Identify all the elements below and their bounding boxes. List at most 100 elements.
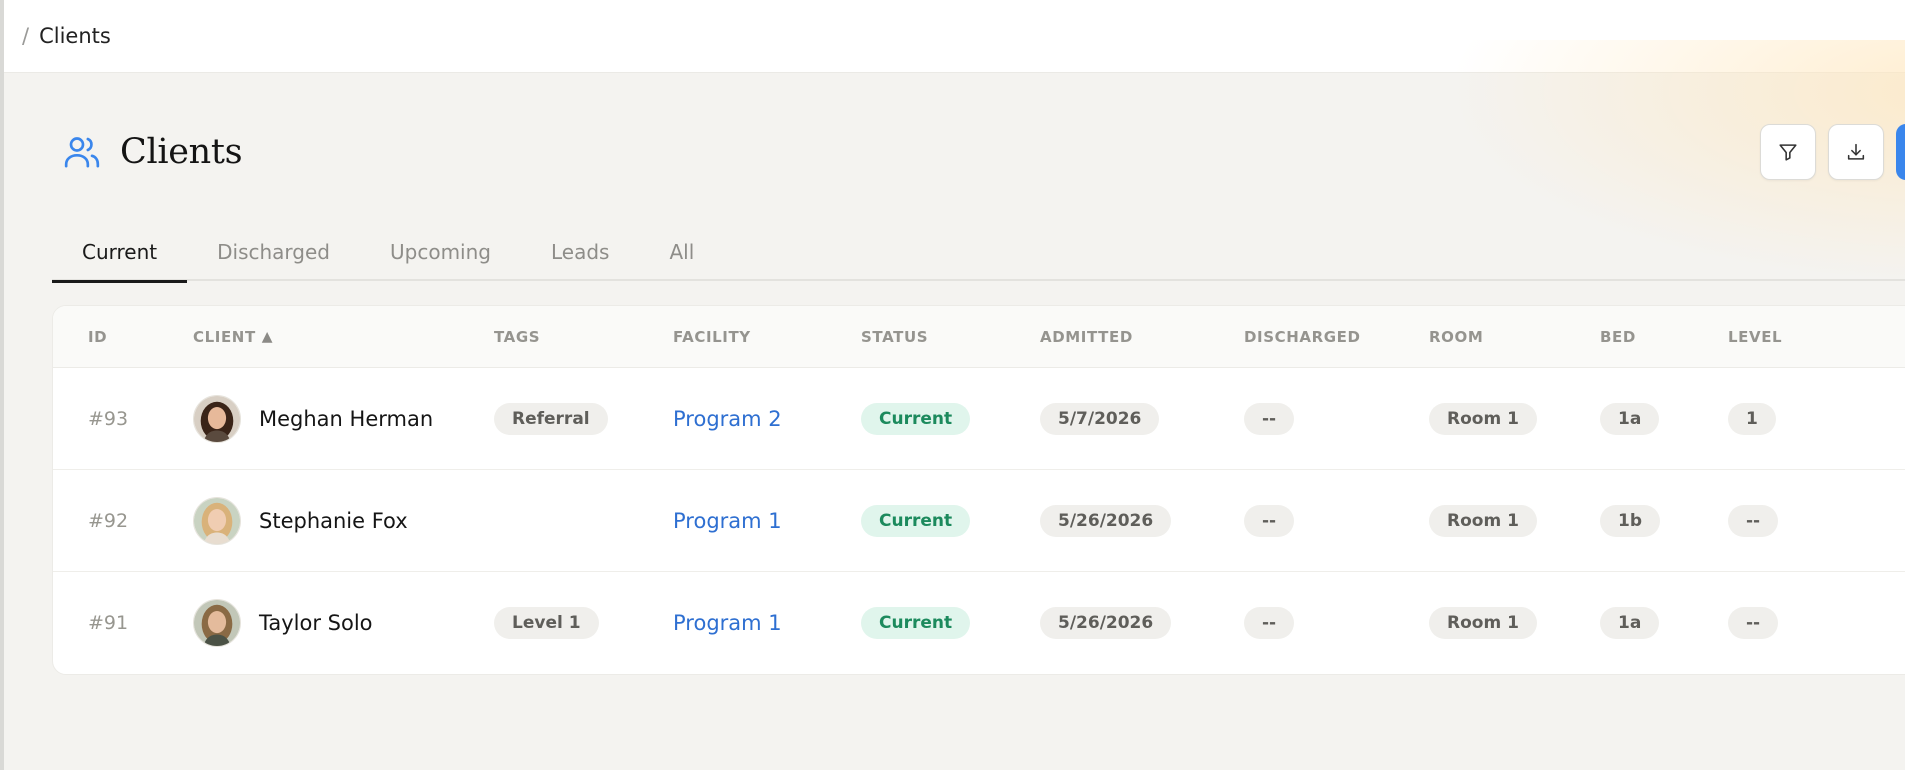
status-badge: Current xyxy=(861,505,971,537)
admitted-cell: 5/26/2026 xyxy=(1040,572,1172,674)
column-label: ADMITTED xyxy=(1040,328,1133,346)
admitted-date: 5/26/2026 xyxy=(1040,607,1172,639)
client-name: Meghan Herman xyxy=(259,407,434,431)
tab-bar: Current Discharged Upcoming Leads All xyxy=(52,222,1905,283)
column-label: BED xyxy=(1600,328,1636,346)
tab-current[interactable]: Current xyxy=(52,222,188,283)
column-header-admitted[interactable]: ADMITTED xyxy=(1040,306,1133,368)
column-label: TAGS xyxy=(494,328,541,346)
table-row[interactable]: #93 Meghan Herman Referral Program 2 Cur… xyxy=(53,368,1905,470)
sidebar-edge xyxy=(0,0,4,770)
table-header: ID CLIENT ▲ TAGS FACILITY STATUS ADMITTED… xyxy=(53,306,1905,368)
bed-badge: 1b xyxy=(1600,505,1660,537)
tag-badge: Level 1 xyxy=(494,607,599,639)
discharged-cell: -- xyxy=(1244,572,1295,674)
client-id: #91 xyxy=(88,612,129,634)
page-header: Clients xyxy=(62,124,243,180)
room-cell: Room 1 xyxy=(1429,572,1537,674)
filter-button[interactable] xyxy=(1760,124,1816,180)
column-header-id[interactable]: ID xyxy=(88,306,107,368)
sort-ascending-icon: ▲ xyxy=(261,329,274,345)
client-cell[interactable]: Stephanie Fox xyxy=(193,470,408,572)
admitted-date: 5/26/2026 xyxy=(1040,505,1172,537)
admitted-cell: 5/7/2026 xyxy=(1040,368,1160,470)
column-label: LEVEL xyxy=(1728,328,1783,346)
bed-badge: 1a xyxy=(1600,607,1660,639)
column-header-level[interactable]: LEVEL xyxy=(1728,306,1782,368)
room-cell: Room 1 xyxy=(1429,470,1537,572)
column-label: ROOM xyxy=(1429,328,1484,346)
column-header-room[interactable]: ROOM xyxy=(1429,306,1483,368)
discharged-date: -- xyxy=(1244,505,1295,537)
column-header-facility[interactable]: FACILITY xyxy=(673,306,751,368)
breadcrumb-current[interactable]: Clients xyxy=(39,24,111,48)
discharged-date: -- xyxy=(1244,607,1295,639)
column-label: CLIENT xyxy=(193,328,256,346)
table-row[interactable]: #92 Stephanie Fox Program 1 Current 5/26… xyxy=(53,470,1905,572)
tag-badge: Referral xyxy=(494,403,608,435)
level-cell: -- xyxy=(1728,470,1779,572)
level-badge: -- xyxy=(1728,505,1779,537)
facility-cell: Program 1 xyxy=(673,470,782,572)
discharged-cell: -- xyxy=(1244,368,1295,470)
client-name: Taylor Solo xyxy=(259,611,373,635)
tab-discharged[interactable]: Discharged xyxy=(187,222,360,281)
room-badge: Room 1 xyxy=(1429,505,1537,537)
client-cell[interactable]: Taylor Solo xyxy=(193,572,373,674)
column-header-client[interactable]: CLIENT ▲ xyxy=(193,306,273,368)
primary-action-button[interactable] xyxy=(1896,124,1905,180)
avatar xyxy=(193,599,241,647)
admitted-cell: 5/26/2026 xyxy=(1040,470,1172,572)
facility-cell: Program 2 xyxy=(673,368,782,470)
level-cell: -- xyxy=(1728,572,1779,674)
top-bar: / Clients xyxy=(4,0,1905,73)
column-label: FACILITY xyxy=(673,328,751,346)
status-cell: Current xyxy=(861,572,971,674)
status-cell: Current xyxy=(861,470,971,572)
discharged-date: -- xyxy=(1244,403,1295,435)
client-id: #93 xyxy=(88,408,129,430)
download-button[interactable] xyxy=(1828,124,1884,180)
room-badge: Room 1 xyxy=(1429,607,1537,639)
client-cell[interactable]: Meghan Herman xyxy=(193,368,433,470)
filter-icon xyxy=(1779,144,1797,161)
tags-cell: Level 1 xyxy=(494,572,599,674)
tags-cell: Referral xyxy=(494,368,608,470)
avatar xyxy=(193,395,241,443)
column-header-bed[interactable]: BED xyxy=(1600,306,1636,368)
discharged-cell: -- xyxy=(1244,470,1295,572)
clients-table: ID CLIENT ▲ TAGS FACILITY STATUS ADMITTED… xyxy=(52,305,1905,675)
room-cell: Room 1 xyxy=(1429,368,1537,470)
app-window: / Clients Clients Current Discharged Upc… xyxy=(0,0,1905,770)
page-title: Clients xyxy=(120,132,243,172)
facility-link[interactable]: Program 1 xyxy=(673,509,782,533)
avatar xyxy=(193,497,241,545)
users-icon xyxy=(64,137,100,168)
bed-badge: 1a xyxy=(1600,403,1660,435)
tab-all[interactable]: All xyxy=(639,222,724,281)
column-header-tags[interactable]: TAGS xyxy=(494,306,540,368)
tab-leads[interactable]: Leads xyxy=(521,222,639,281)
bed-cell: 1a xyxy=(1600,368,1660,470)
table-row[interactable]: #91 Taylor Solo Level 1 Program 1 Curren… xyxy=(53,572,1905,674)
tab-upcoming[interactable]: Upcoming xyxy=(360,222,521,281)
column-header-discharged[interactable]: DISCHARGED xyxy=(1244,306,1361,368)
facility-link[interactable]: Program 1 xyxy=(673,611,782,635)
bed-cell: 1a xyxy=(1600,572,1660,674)
facility-link[interactable]: Program 2 xyxy=(673,407,782,431)
column-label: DISCHARGED xyxy=(1244,328,1361,346)
status-badge: Current xyxy=(861,607,971,639)
column-label: ID xyxy=(88,328,108,346)
status-badge: Current xyxy=(861,403,971,435)
column-label: STATUS xyxy=(861,328,929,346)
bed-cell: 1b xyxy=(1600,470,1660,572)
level-cell: 1 xyxy=(1728,368,1776,470)
header-actions xyxy=(1760,124,1905,180)
level-badge: 1 xyxy=(1728,403,1776,435)
column-header-status[interactable]: STATUS xyxy=(861,306,928,368)
client-id: #92 xyxy=(88,510,129,532)
admitted-date: 5/7/2026 xyxy=(1040,403,1160,435)
client-name: Stephanie Fox xyxy=(259,509,408,533)
breadcrumb-separator: / xyxy=(22,24,30,48)
download-icon xyxy=(1847,143,1865,160)
